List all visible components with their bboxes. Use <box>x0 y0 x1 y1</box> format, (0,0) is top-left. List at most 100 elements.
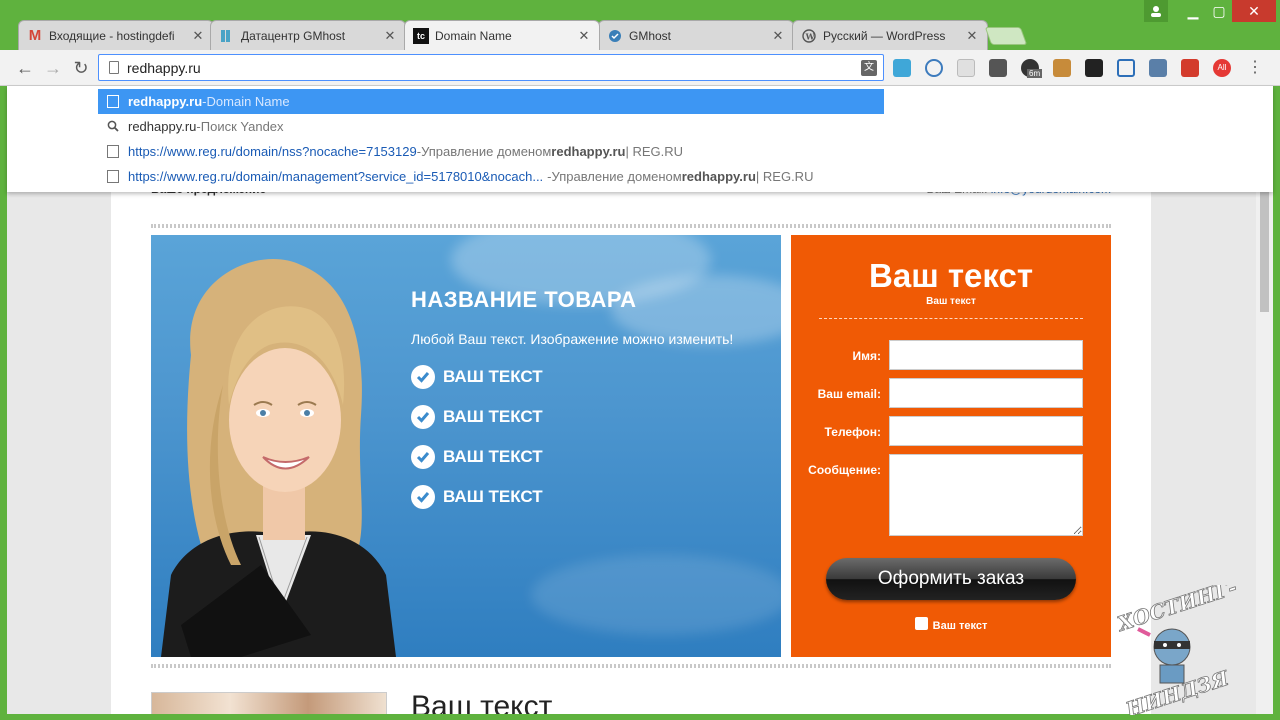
suggestion-item[interactable]: https://www.reg.ru/domain/nss?nocache=71… <box>98 139 884 164</box>
suggestion-url: redhappy.ru <box>128 94 203 109</box>
hero-list-item: ВАШ ТЕКСТ <box>411 485 543 509</box>
omnibox-suggestions: redhappy.ru - Domain Name redhappy.ru - … <box>7 86 1273 192</box>
page-icon <box>107 145 119 158</box>
maximize-button[interactable]: ▢ <box>1206 0 1232 22</box>
check-icon <box>411 405 435 429</box>
suggestion-item[interactable]: redhappy.ru - Поиск Yandex <box>98 114 884 139</box>
suggestion-desc-tail: | REG.RU <box>625 144 684 159</box>
hosting-ninja-logo: ХОСТИНГ- НИНДЗЯ <box>1112 585 1240 715</box>
address-input[interactable] <box>127 58 847 78</box>
email-field[interactable] <box>889 378 1083 408</box>
menu-icon[interactable]: ⋮ <box>1244 57 1266 79</box>
page-icon <box>107 95 119 108</box>
extension-badge: 6m <box>1027 69 1043 78</box>
suggestion-url: redhappy.ru <box>128 119 197 134</box>
close-icon[interactable]: ✕ <box>965 28 979 44</box>
tab-title: Входящие - hostingdefi <box>49 28 175 43</box>
datacenter-icon <box>219 28 235 44</box>
message-field[interactable] <box>889 454 1083 536</box>
reload-button[interactable]: ↻ <box>70 57 92 79</box>
extension-icon[interactable] <box>1053 59 1071 77</box>
page-icon <box>107 170 119 183</box>
suggestion-item[interactable]: https://www.reg.ru/domain/management?ser… <box>98 164 884 189</box>
suggestion-url: https://www.reg.ru/domain/management?ser… <box>128 169 544 184</box>
gmhost-icon <box>607 28 623 44</box>
form-subtitle: Ваш текст <box>926 296 976 307</box>
team-photo <box>151 692 387 714</box>
woman-photo <box>161 259 396 657</box>
browser-toolbar: ← → ↻ 文 6m All ⋮ <box>0 50 1280 86</box>
hero-list-text: ВАШ ТЕКСТ <box>443 487 543 506</box>
hero-list-item: ВАШ ТЕКСТ <box>411 405 543 429</box>
name-field[interactable] <box>889 340 1083 370</box>
suggestion-desc: Управление доменом <box>421 144 552 159</box>
email-label: Ваш email: <box>817 387 881 401</box>
suggestion-desc: Управление доменом <box>551 169 682 184</box>
adblock-icon[interactable]: All <box>1213 59 1231 77</box>
wordpress-icon: W <box>801 28 817 44</box>
phone-label: Телефон: <box>824 425 881 439</box>
scrollbar-thumb[interactable] <box>1260 192 1269 312</box>
page-scrollbar[interactable] <box>1256 192 1273 714</box>
search-icon <box>107 120 119 133</box>
divider <box>151 224 1111 228</box>
extension-icon[interactable]: 6m <box>1021 59 1043 78</box>
extension-icon[interactable] <box>1117 59 1135 77</box>
tab-title: Русский — WordPress <box>823 28 946 43</box>
suggestion-desc-bold: redhappy.ru <box>681 169 756 184</box>
tab-gmail[interactable]: M Входящие - hostingdefi ✕ <box>18 20 214 50</box>
close-icon[interactable]: ✕ <box>771 28 785 44</box>
forward-button[interactable]: → <box>42 57 64 79</box>
logo-text-top: ХОСТИНГ- <box>1113 585 1240 636</box>
address-bar[interactable]: 文 <box>98 54 884 81</box>
tc-icon: tc <box>413 27 429 44</box>
name-label: Имя: <box>852 349 882 363</box>
tab-strip: M Входящие - hostingdefi ✕ Датацентр GMh… <box>0 0 1280 50</box>
extension-icon[interactable] <box>1085 59 1103 77</box>
hero-list-item: ВАШ ТЕКСТ <box>411 445 543 469</box>
extension-icon[interactable] <box>957 59 975 77</box>
phone-field[interactable] <box>889 416 1083 446</box>
suggestion-desc-bold: redhappy.ru <box>551 144 626 159</box>
minimize-button[interactable]: ▁ <box>1180 0 1206 22</box>
tab-title: Датацентр GMhost <box>241 28 346 43</box>
message-label: Сообщение: <box>808 463 881 477</box>
close-icon[interactable]: ✕ <box>577 28 591 44</box>
eyedropper-icon[interactable] <box>1149 59 1167 77</box>
gmail-icon: M <box>28 27 42 44</box>
hero-list-text: ВАШ ТЕКСТ <box>443 367 543 386</box>
tab-gmhost[interactable]: GMhost ✕ <box>598 20 794 50</box>
check-icon <box>411 485 435 509</box>
check-icon <box>411 365 435 389</box>
extension-icon[interactable] <box>989 59 1007 77</box>
section-title: Ваш текст <box>411 690 553 714</box>
form-divider <box>819 318 1083 319</box>
suggestion-desc-tail: | REG.RU <box>755 169 814 184</box>
extension-icon[interactable] <box>893 59 911 77</box>
close-window-button[interactable]: ✕ <box>1232 0 1276 22</box>
submit-order-button[interactable]: Оформить заказ <box>826 558 1076 600</box>
form-title: Ваш текст <box>869 257 1033 294</box>
tab-title: GMhost <box>629 28 672 43</box>
back-button[interactable]: ← <box>14 57 36 79</box>
close-icon[interactable]: ✕ <box>191 28 205 44</box>
translate-icon[interactable]: 文 <box>861 60 877 76</box>
tab-wordpress[interactable]: W Русский — WordPress ✕ <box>792 20 988 50</box>
svg-text:W: W <box>805 31 816 41</box>
extension-icon[interactable] <box>925 59 943 77</box>
hero-subtitle: Любой Ваш текст. Изображение можно измен… <box>411 331 734 347</box>
secure-note: Ваш текст <box>791 617 1111 632</box>
hero-list-text: ВАШ ТЕКСТ <box>443 407 543 426</box>
tab-datacenter[interactable]: Датацентр GMhost ✕ <box>210 20 406 50</box>
tab-domain-name[interactable]: tc Domain Name ✕ <box>404 20 600 50</box>
hero-list-item: ВАШ ТЕКСТ <box>411 365 543 389</box>
close-icon[interactable]: ✕ <box>383 28 397 44</box>
suggestion-desc: Поиск Yandex <box>200 119 284 134</box>
pdf-icon[interactable] <box>1181 59 1199 77</box>
suggestion-item[interactable]: redhappy.ru - Domain Name <box>98 89 884 114</box>
hero-list-text: ВАШ ТЕКСТ <box>443 447 543 466</box>
profile-icon[interactable] <box>1144 0 1168 22</box>
secure-text: Ваш текст <box>932 620 988 632</box>
new-tab-button[interactable] <box>984 27 1028 45</box>
suggestion-url: https://www.reg.ru/domain/nss?nocache=71… <box>128 144 417 159</box>
